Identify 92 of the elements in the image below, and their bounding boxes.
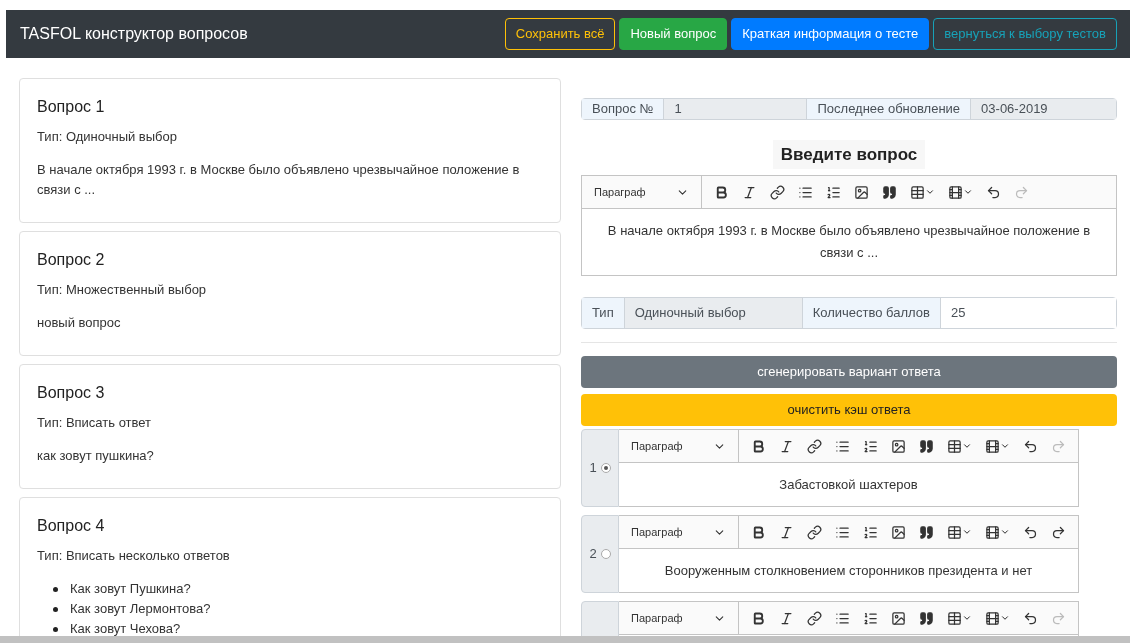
film-icon[interactable] [985,438,1010,454]
film-icon[interactable] [985,610,1010,626]
redo-icon[interactable] [1051,524,1066,540]
question-editor[interactable]: Параграф В начале октября 1993 г. в Москве было объявлено чрезвычайное положение в связи с ... [581,175,1117,276]
italic-icon[interactable] [779,438,794,454]
answer-number: 2 [589,545,597,564]
numbered-list-icon[interactable] [826,184,841,200]
numbered-list-icon[interactable] [863,438,878,454]
answer-radio[interactable] [600,549,611,559]
question-title: Вопрос 3 [37,383,106,403]
table-icon[interactable] [947,524,972,540]
quote-icon[interactable] [882,184,897,200]
bulleted-list-icon[interactable] [835,524,850,540]
undo-icon[interactable] [986,184,1001,200]
paragraph-dropdown[interactable]: Параграф [582,176,702,208]
bullet-icon [53,606,58,612]
table-icon[interactable] [947,610,972,626]
nav-button[interactable]: Сохранить всё [504,18,616,50]
italic-icon[interactable] [742,184,757,200]
undo-icon[interactable] [1023,610,1038,626]
quote-icon[interactable] [919,438,934,454]
image-icon[interactable] [891,524,906,540]
updated-label: Последнее обновление [806,99,971,119]
generate-answer-button[interactable]: сгенерировать вариант ответа [581,356,1117,388]
question-list-item: Как зовут Пушкина? [70,580,191,598]
bullet-icon [53,586,58,592]
film-icon[interactable] [948,184,973,200]
question-title: Вопрос 1 [37,97,106,117]
italic-icon[interactable] [779,610,794,626]
quote-icon[interactable] [919,524,934,540]
nav-button[interactable]: Краткая информация о тесте [731,18,930,50]
film-icon[interactable] [985,524,1010,540]
paragraph-dropdown[interactable]: Параграф [619,602,739,634]
italic-icon[interactable] [779,524,794,540]
nav-button[interactable]: вернуться к выбору тестов [933,18,1117,50]
link-icon[interactable] [807,438,822,454]
link-icon[interactable] [807,524,822,540]
question-card[interactable]: Вопрос 3 Тип: Вписать ответ как зовут пушкина? [19,364,561,489]
numbered-list-icon[interactable] [863,610,878,626]
question-text: как зовут пушкина? [37,447,155,465]
answer-content[interactable]: Забастовкой шахтеров [619,463,1078,506]
bold-icon[interactable] [751,524,766,540]
quote-icon[interactable] [919,610,934,626]
answer-editor[interactable]: Параграф Вооруженным столкновением сторонников президента и нет [619,515,1079,593]
question-type: Тип: Вписать несколько ответов [37,547,231,565]
updated-field[interactable]: 03-06-2019 [970,99,1116,119]
image-icon[interactable] [854,184,869,200]
question-title: Вопрос 2 [37,250,106,270]
bullet-icon [53,626,58,632]
answer-radio[interactable] [600,463,611,473]
points-field: 25 [939,298,1116,328]
editor-heading: Введите вопрос [772,139,926,169]
table-icon[interactable] [910,184,935,200]
answer-editor[interactable]: Параграф Забастовкой шахтеров [619,429,1079,507]
number-field[interactable]: 1 [663,99,807,119]
clear-cache-button[interactable]: очистить кэш ответа [581,394,1117,426]
question-type: Тип: Одиночный выбор [37,128,179,146]
table-icon[interactable] [947,438,972,454]
question-list-item: Как зовут Чехова? [70,620,181,636]
link-icon[interactable] [807,610,822,626]
numbered-list-icon[interactable] [863,524,878,540]
paragraph-dropdown[interactable]: Параграф [619,516,739,548]
question-card[interactable]: Вопрос 1 Тип: Одиночный выбор В начале октября 1993 г. в Москве было объявлено чрезвычайное положение в связи с ... [19,78,561,223]
question-title: Вопрос 4 [37,516,106,536]
answer-editor[interactable]: Параграф [619,601,1079,636]
type-label: Тип [582,298,624,328]
bulleted-list-icon[interactable] [798,184,813,200]
number-label: Вопрос № [582,99,664,119]
type-field[interactable]: Одиночный выбор [623,298,802,328]
horizontal-scrollbar[interactable] [0,636,1130,643]
bold-icon[interactable] [751,438,766,454]
answer-content[interactable]: Вооруженным столкновением сторонников президента и нет [619,549,1078,592]
answer-number: 1 [589,459,597,478]
bold-icon[interactable] [714,184,729,200]
link-icon[interactable] [770,184,785,200]
undo-icon[interactable] [1023,438,1038,454]
points-label: Количество баллов [801,298,940,328]
bulleted-list-icon[interactable] [835,438,850,454]
question-type: Тип: Множественный выбор [37,281,208,299]
image-icon[interactable] [891,438,906,454]
question-type: Тип: Вписать ответ [37,414,153,432]
question-list-item: Как зовут Лермонтова? [70,600,211,618]
image-icon[interactable] [891,610,906,626]
question-text: В начале октября 1993 г. в Москве было объявлено чрезвычайное положение в связи с ... [37,161,521,199]
app-title: TASFOL конструктор вопросов [20,24,248,44]
paragraph-dropdown[interactable]: Параграф [619,430,739,462]
undo-icon[interactable] [1023,524,1038,540]
editor-content[interactable]: В начале октября 1993 г. в Москве было объявлено чрезвычайное положение в связи с ... [582,209,1116,275]
question-card[interactable]: Вопрос 2 Тип: Множественный выбор новый вопрос [19,231,561,356]
bulleted-list-icon[interactable] [835,610,850,626]
bold-icon[interactable] [751,610,766,626]
question-text: новый вопрос [37,314,122,332]
